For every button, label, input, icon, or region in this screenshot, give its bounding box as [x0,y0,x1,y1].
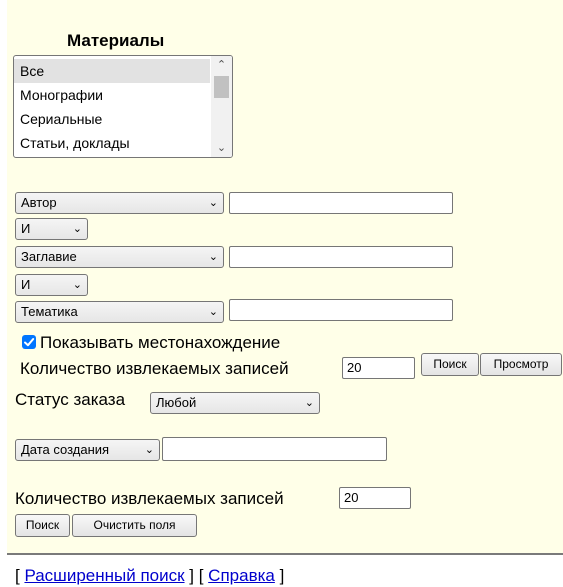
chevron-down-icon: ⌄ [144,444,154,456]
field-select-title-value: Заглавие [21,249,77,264]
date-field-select-value: Дата создания [21,442,110,457]
records-count-label-1: Количество извлекаемых записей [20,359,289,378]
records-count-label-2: Количество извлекаемых записей [15,489,284,508]
clear-fields-button[interactable]: Очистить поля [72,514,197,537]
chevron-down-icon: ⌄ [208,306,218,318]
help-link[interactable]: Справка [208,566,275,585]
operator-select-1-value: И [21,221,31,236]
footer-bracket-mid: ] [ [184,566,209,585]
search-button-2[interactable]: Поиск [15,514,70,537]
author-input[interactable] [229,192,453,214]
materials-option-articles[interactable]: Статьи, доклады [14,131,210,155]
operator-select-2[interactable]: И ⌄ [15,274,88,296]
field-select-author[interactable]: Автор ⌄ [15,192,224,214]
scroll-up-icon[interactable]: ⌃ [211,56,232,74]
field-select-subject-value: Тематика [21,304,78,319]
search-button[interactable]: Поиск [421,353,479,376]
show-location-checkbox[interactable] [22,335,36,349]
advanced-search-link[interactable]: Расширенный поиск [24,566,184,585]
footer-bracket-close: ] [274,566,285,585]
records-count-input-1[interactable]: 20 [342,357,415,379]
materials-option-serials[interactable]: Сериальные [14,107,210,131]
chevron-down-icon: ⌄ [72,279,82,291]
materials-title: Материалы [67,31,165,50]
subject-input[interactable] [229,299,453,321]
records-count-input-2[interactable]: 20 [339,487,411,509]
field-select-title[interactable]: Заглавие ⌄ [15,246,224,268]
operator-select-1[interactable]: И ⌄ [15,218,88,240]
date-input[interactable] [162,437,387,461]
materials-option-monographs[interactable]: Монографии [14,83,210,107]
field-select-subject[interactable]: Тематика ⌄ [15,301,224,323]
order-status-select[interactable]: Любой ⌄ [150,392,320,414]
chevron-down-icon: ⌄ [208,251,218,263]
order-status-value: Любой [156,395,197,410]
operator-select-2-value: И [21,277,31,292]
materials-scrollbar[interactable]: ⌃ ⌄ [211,56,232,157]
checkmark-icon [24,338,35,347]
footer-links: [ Расширенный поиск ] [ Справка ] [15,566,284,586]
scroll-down-icon[interactable]: ⌄ [211,139,232,157]
date-field-select[interactable]: Дата создания ⌄ [15,439,160,461]
show-location-label: Показывать местонахождение [40,333,281,352]
view-button[interactable]: Просмотр [480,353,562,376]
field-select-author-value: Автор [21,195,57,210]
order-status-label: Статус заказа [15,390,126,409]
materials-option-all[interactable]: Все [14,59,210,83]
title-input[interactable] [229,246,453,268]
chevron-down-icon: ⌄ [304,397,314,409]
chevron-down-icon: ⌄ [208,197,218,209]
divider [7,553,563,555]
scrollbar-thumb[interactable] [214,76,229,98]
materials-listbox[interactable]: Все Монографии Сериальные Статьи, доклад… [13,55,233,158]
chevron-down-icon: ⌄ [72,223,82,235]
